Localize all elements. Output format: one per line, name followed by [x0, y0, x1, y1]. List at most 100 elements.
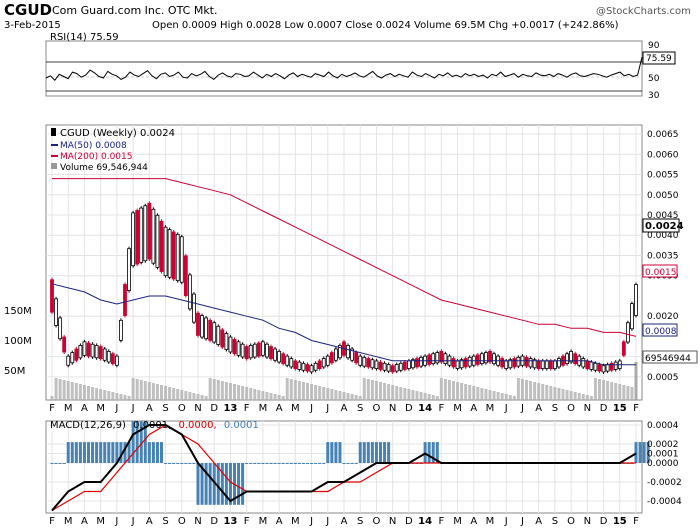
x-axis-macd-label: O — [178, 516, 186, 527]
volume-bar — [606, 381, 610, 400]
volume-bar — [602, 380, 606, 400]
volume-bar — [589, 396, 593, 400]
legend-volume-swatch — [51, 163, 57, 169]
price-bar-body — [374, 360, 379, 369]
price-bar-body — [147, 202, 152, 260]
price-bar-body — [94, 345, 99, 359]
price-bar-body — [301, 362, 306, 371]
volume-bar — [476, 387, 480, 400]
volume-bar — [435, 396, 439, 400]
legend-volume: Volume 69,546,944 — [60, 163, 148, 173]
macd-hist-bar — [164, 463, 168, 464]
rsi-frame — [45, 40, 643, 97]
volume-bar — [431, 395, 435, 400]
x-axis-macd-label: F — [633, 516, 639, 527]
x-axis-macd-label: S — [162, 516, 168, 527]
price-bar-body — [585, 360, 590, 369]
macd-hist-bar — [297, 463, 301, 464]
x-axis-price-label: A — [81, 403, 88, 414]
volume-bar — [326, 388, 330, 400]
volume-bar — [87, 386, 90, 400]
macd-y-axis: 0.0004 0.00020.00010.0000 -0.0002 -0.0004 — [647, 421, 682, 507]
macd-hist-bar — [289, 463, 293, 464]
volume-bar — [346, 393, 350, 400]
x-axis-macd-label: A — [146, 516, 153, 527]
macd-label-v3: 0.0001 — [224, 420, 259, 431]
price-bar-body — [281, 353, 286, 365]
macd-hist-bar — [330, 442, 334, 463]
volume-bar — [593, 378, 597, 400]
price-bar-body — [354, 352, 359, 364]
price-bar-body — [74, 348, 79, 361]
macd-hist-bar — [265, 463, 269, 464]
volume-tick-label: 150M — [4, 306, 32, 317]
volume-bar — [370, 380, 374, 400]
macd-hist-bar — [383, 442, 387, 463]
volume-bar — [192, 393, 196, 400]
volume-bar — [66, 381, 70, 400]
volume-bar — [415, 391, 419, 400]
price-bar-body — [557, 358, 561, 368]
volume-bar — [111, 392, 115, 400]
volume-bar — [115, 393, 119, 400]
macd-hist-bar — [237, 463, 241, 505]
x-axis-price-label: M — [259, 403, 268, 414]
legend-ma50: MA(50) 0.0008 — [60, 141, 127, 151]
price-bar-body — [204, 317, 209, 340]
price-bar-body — [269, 346, 273, 360]
volume-bar — [561, 389, 565, 400]
price-bar-body — [406, 360, 411, 369]
ma50-tag: 0.0008 — [645, 327, 677, 337]
macd-hist-bar — [192, 463, 196, 464]
macd-hist-bar — [176, 463, 180, 464]
volume-bar — [598, 379, 601, 400]
x-axis-macd-label: O — [567, 516, 575, 527]
volume-bar — [257, 390, 261, 400]
price-bar-body — [366, 358, 371, 368]
price-bar-body — [139, 207, 144, 263]
volume-bar — [626, 386, 630, 400]
price-bar-body — [593, 362, 598, 371]
x-axis-macd-label: M — [96, 516, 105, 527]
x-axis-price-label: M — [453, 403, 462, 414]
legend-price-swatch — [51, 128, 56, 136]
rsi-tick-50: 50 — [648, 74, 660, 84]
macd-hist-bar — [62, 463, 66, 464]
volume-bar — [374, 381, 378, 400]
macd-hist-bar — [261, 463, 265, 464]
macd-hist-bar — [387, 442, 391, 463]
price-bar-body — [58, 317, 63, 340]
price-bar-body — [285, 355, 290, 366]
price-bar-body — [540, 360, 545, 369]
x-axis-macd-label: F — [49, 516, 55, 527]
macd-label-v2: 0.0000, — [179, 420, 217, 431]
macd-hist-bar — [370, 442, 374, 463]
volume-bar — [447, 380, 451, 400]
macd-hist-bar — [273, 463, 277, 464]
price-bar-body — [159, 220, 164, 272]
volume-bar — [516, 378, 520, 400]
price-bar-body — [305, 364, 310, 372]
price-bar-body — [293, 360, 298, 369]
price-bar-body — [110, 353, 115, 365]
volume-bar — [200, 395, 204, 400]
x-axis-macd-label: N — [584, 516, 591, 527]
volume-bar — [249, 388, 253, 400]
macd-hist-bar — [354, 463, 358, 464]
macd-hist-bar — [160, 442, 163, 463]
volume-bar — [419, 392, 423, 400]
price-bar-body — [475, 354, 480, 365]
volume-bar — [151, 383, 155, 400]
volume-bar — [362, 378, 366, 400]
price-bar-body — [455, 360, 460, 369]
price-bar-body — [435, 352, 440, 364]
volume-bar — [261, 391, 265, 400]
volume-bar — [358, 396, 362, 400]
volume-bar — [443, 379, 447, 400]
price-bar-body — [333, 348, 338, 361]
volume-bar — [204, 396, 208, 400]
x-axis-price-label: 13 — [223, 403, 237, 414]
price-bar-body — [297, 361, 302, 370]
price-bar-body — [66, 355, 71, 366]
price-bar-body — [467, 356, 472, 367]
